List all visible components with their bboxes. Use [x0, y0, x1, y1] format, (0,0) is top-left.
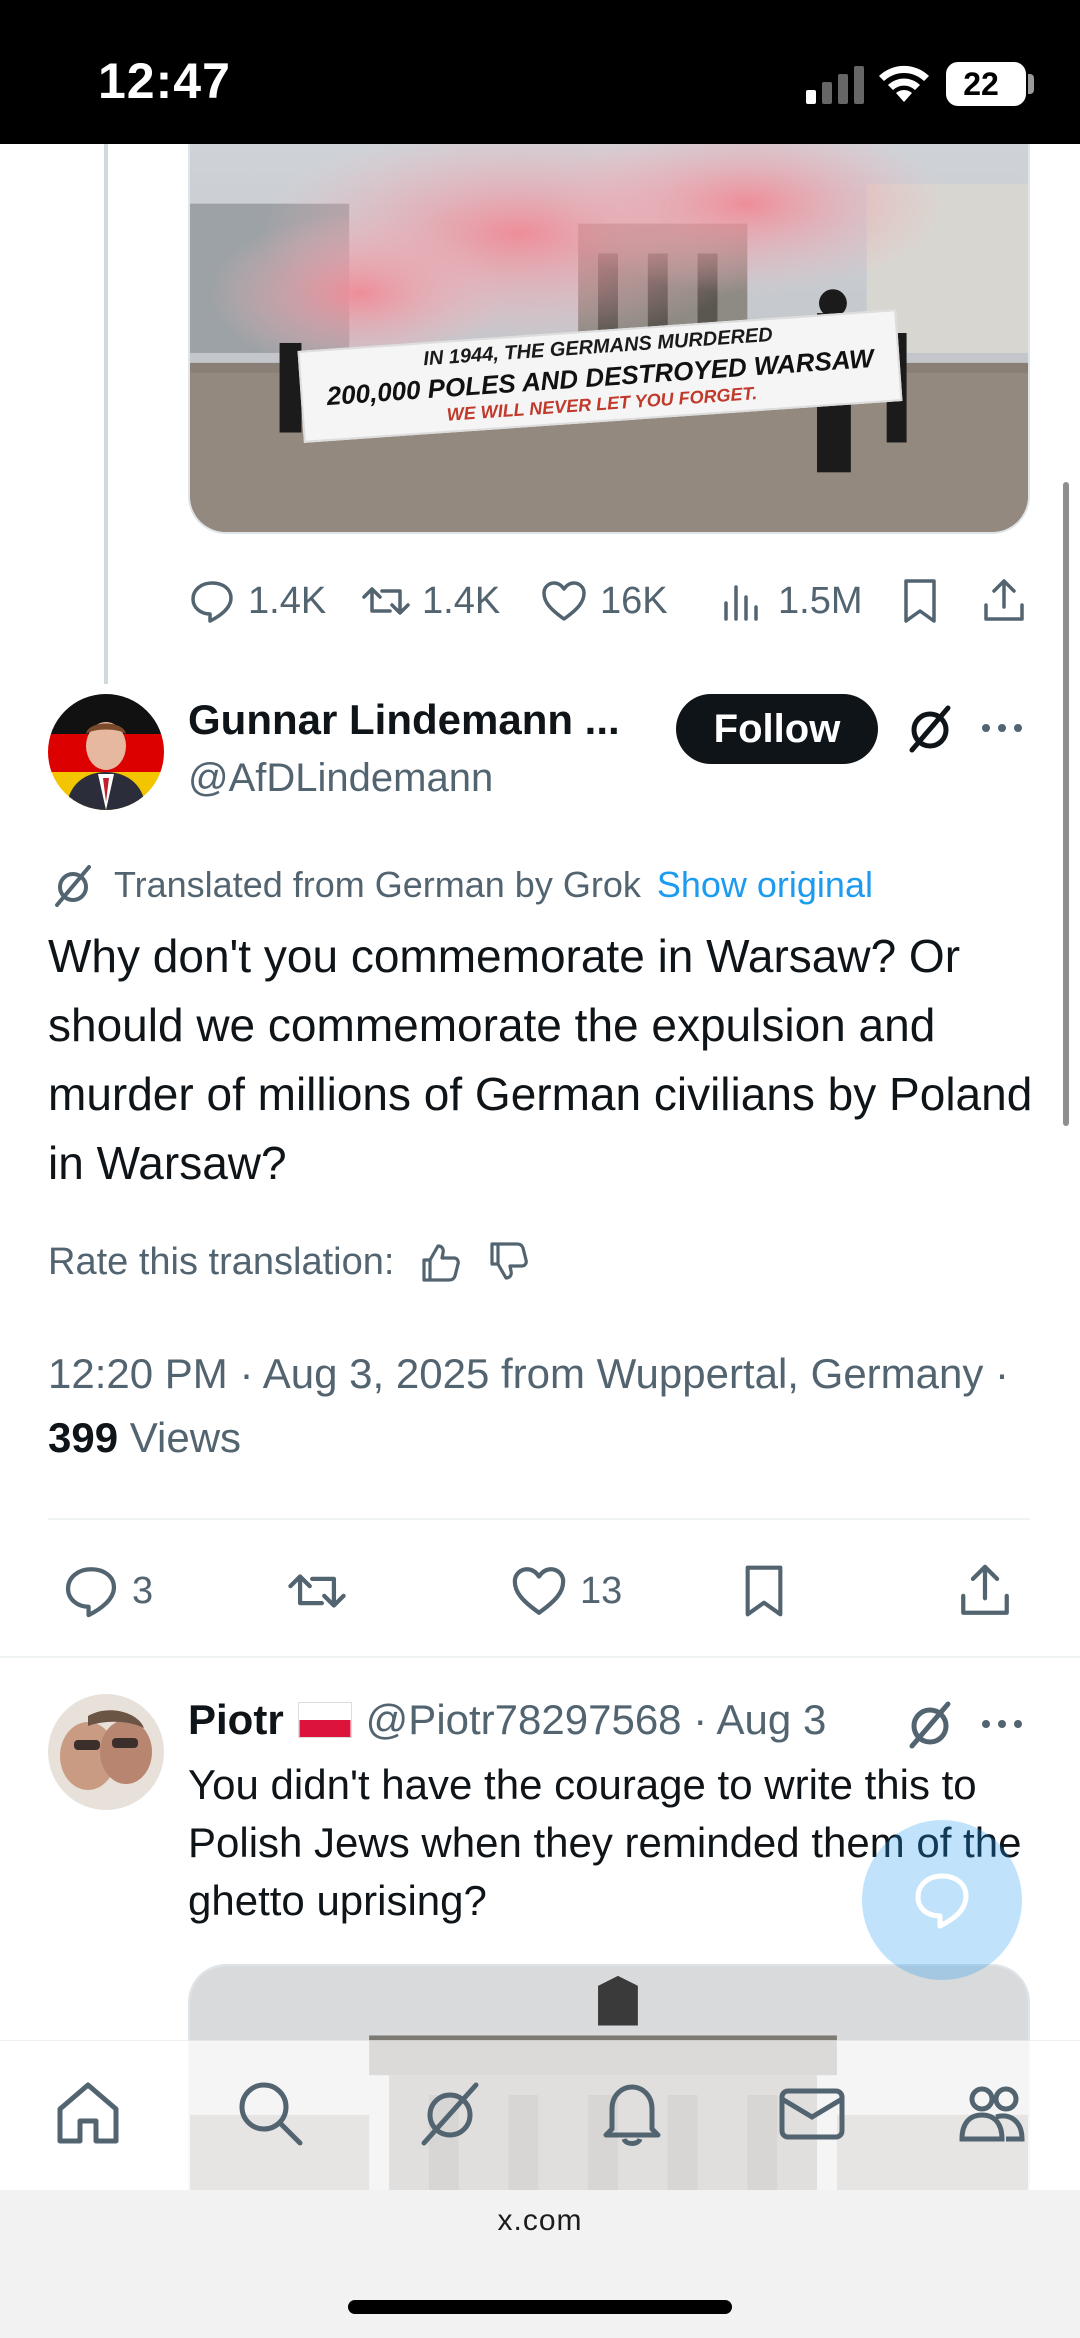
- avatar-image: [48, 694, 164, 810]
- reply-icon: [191, 581, 233, 623]
- views-label: Views: [118, 1414, 242, 1461]
- communities-icon[interactable]: [956, 2077, 1028, 2149]
- thread-connector-line: [104, 144, 108, 684]
- reply-header: Piotr @Piotr78297568 · Aug 3: [188, 1696, 826, 1744]
- avatar-image: [48, 1694, 164, 1810]
- url-text[interactable]: x.com: [0, 2204, 1080, 2238]
- tweet-media-image[interactable]: IN 1944, THE GERMANS MURDERED 200,000 PO…: [188, 144, 1030, 534]
- repost-icon: [288, 1574, 346, 1608]
- share-button[interactable]: [956, 1556, 1026, 1626]
- thumbs-down-icon[interactable]: [486, 1240, 530, 1284]
- repost-icon: [362, 587, 410, 615]
- tweet-meta: 12:20 PM · Aug 3, 2025 from Wuppertal, G…: [48, 1342, 1048, 1470]
- reply-button[interactable]: 3: [62, 1556, 153, 1626]
- clock: 12:47: [98, 53, 231, 109]
- share-button[interactable]: [980, 566, 1040, 636]
- views-count[interactable]: 399: [48, 1414, 118, 1461]
- cellular-signal-icon: [806, 66, 864, 104]
- author-name[interactable]: Gunnar Lindemann ...: [188, 696, 620, 744]
- divider: [48, 1518, 1030, 1520]
- bell-icon[interactable]: [596, 2077, 668, 2149]
- grok-icon[interactable]: [902, 700, 958, 756]
- tweet-timestamp-location: 12:20 PM · Aug 3, 2025 from Wuppertal, G…: [48, 1350, 1010, 1397]
- bottom-navigation: [0, 2040, 1080, 2190]
- repost-button[interactable]: [286, 1556, 360, 1626]
- scrollbar[interactable]: [1063, 482, 1069, 1126]
- show-original-link[interactable]: Show original: [657, 864, 873, 906]
- heart-icon: [512, 1567, 566, 1615]
- bookmark-button[interactable]: [736, 1556, 804, 1626]
- rate-translation: Rate this translation:: [48, 1240, 530, 1284]
- heart-icon: [542, 581, 586, 621]
- bookmark-button[interactable]: [896, 566, 956, 636]
- reply-handle-date[interactable]: @Piotr78297568 · Aug 3: [366, 1696, 827, 1744]
- bookmark-icon: [904, 579, 936, 623]
- battery-icon: 22: [946, 62, 1026, 106]
- more-icon[interactable]: [978, 1702, 1026, 1746]
- translation-notice: Translated from German by Grok Show orig…: [48, 860, 873, 910]
- parent-tweet-actions: 1.4K 1.4K 16K 1.5M: [188, 566, 1030, 636]
- views-button[interactable]: 1.5M: [718, 566, 862, 636]
- home-icon[interactable]: [52, 2077, 124, 2149]
- follow-button[interactable]: Follow: [676, 694, 878, 764]
- reply-icon: [65, 1567, 117, 1618]
- grok-icon: [55, 865, 91, 907]
- repost-button[interactable]: 1.4K: [362, 566, 500, 636]
- rate-translation-label: Rate this translation:: [48, 1240, 395, 1283]
- views-icon: [724, 585, 758, 621]
- reply-author-avatar[interactable]: [48, 1694, 164, 1810]
- share-icon: [961, 1564, 1009, 1615]
- wifi-icon: [879, 65, 929, 102]
- thumbs-up-icon[interactable]: [418, 1240, 462, 1284]
- reply-author-name[interactable]: Piotr: [188, 1696, 284, 1744]
- poland-flag-icon: [297, 1702, 352, 1738]
- share-icon: [984, 579, 1024, 621]
- author-handle[interactable]: @AfDLindemann: [188, 756, 493, 801]
- bookmark-icon: [745, 1565, 783, 1617]
- home-indicator[interactable]: [348, 2300, 732, 2314]
- tweet-actions: 3 13: [0, 1556, 1080, 1622]
- translated-label: Translated from German by Grok: [114, 864, 641, 905]
- mail-icon[interactable]: [776, 2077, 848, 2149]
- author-avatar[interactable]: [48, 694, 164, 810]
- grok-icon[interactable]: [902, 1696, 958, 1752]
- more-icon[interactable]: [978, 706, 1026, 750]
- search-icon[interactable]: [234, 2077, 306, 2149]
- compose-chat-icon: [915, 1873, 969, 1929]
- reply-button[interactable]: 1.4K: [188, 566, 326, 636]
- like-button[interactable]: 16K: [540, 566, 668, 636]
- divider: [0, 1656, 1080, 1658]
- compose-chat-button[interactable]: [862, 1820, 1022, 1980]
- like-button[interactable]: 13: [510, 1556, 622, 1626]
- status-bar: 12:47 22: [0, 0, 1080, 144]
- grok-icon[interactable]: [414, 2077, 486, 2149]
- tweet-text: Why don't you commemorate in Warsaw? Or …: [48, 930, 1033, 1189]
- browser-url-bar[interactable]: x.com: [0, 2190, 1080, 2338]
